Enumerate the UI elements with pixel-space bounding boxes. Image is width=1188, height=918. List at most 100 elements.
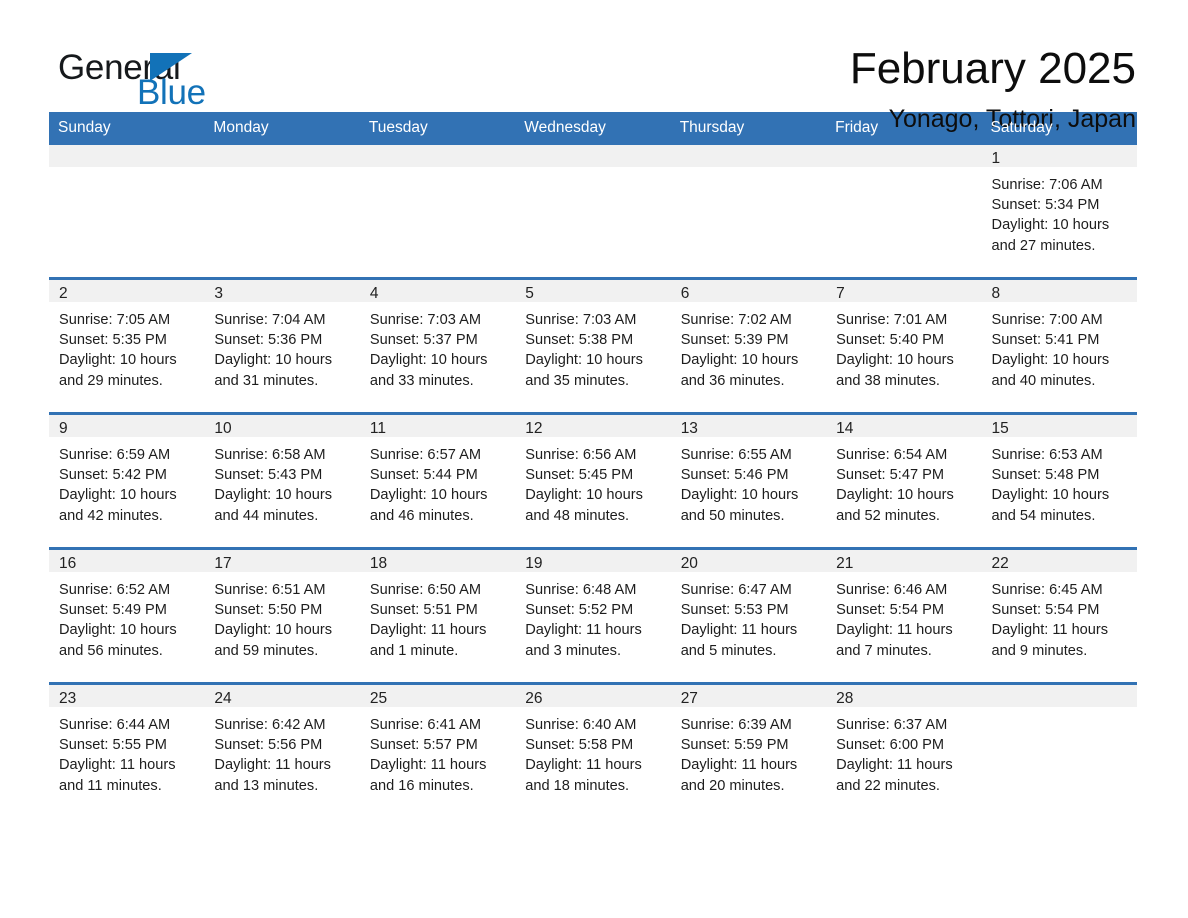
day-number: 21: [826, 550, 982, 572]
page-header: General Blue February 2025 Yonago, Totto…: [0, 0, 1188, 132]
calendar-day-cell[interactable]: 24 Sunrise: 6:42 AM Sunset: 5:56 PM Dayligh…: [204, 682, 360, 817]
day-number: 10: [204, 415, 360, 437]
calendar-week-row: 1 Sunrise: 7:06 AM Sunset: 5:34 PM Daylight…: [49, 145, 1137, 279]
day-details: Sunrise: 6:47 AM Sunset: 5:53 PM Daylight:…: [671, 572, 826, 661]
weekday-header-tuesday: Tuesday: [359, 112, 516, 145]
calendar-week-row: 23 Sunrise: 6:44 AM Sunset: 5:55 PM Dayligh…: [49, 682, 1137, 817]
sunrise-text: Sunrise: 6:42 AM: [214, 717, 326, 733]
day-number: 24: [204, 685, 360, 707]
calendar-day-cell[interactable]: 10 Sunrise: 6:58 AM Sunset: 5:43 PM Dayligh…: [204, 412, 360, 549]
calendar-day-cell[interactable]: 5 Sunrise: 7:03 AM Sunset: 5:38 PM Daylight…: [515, 277, 671, 414]
day-number: 25: [359, 685, 516, 707]
calendar-day-cell[interactable]: 20 Sunrise: 6:47 AM Sunset: 5:53 PM Dayligh…: [670, 547, 827, 684]
day-number: 22: [981, 550, 1137, 572]
calendar-day-cell[interactable]: 3 Sunrise: 7:04 AM Sunset: 5:36 PM Daylight…: [204, 277, 360, 414]
calendar-day-cell[interactable]: 25 Sunrise: 6:41 AM Sunset: 5:57 PM Dayligh…: [359, 682, 516, 817]
sunset-text: Sunset: 5:47 PM: [836, 467, 945, 484]
day-details: Sunrise: 6:39 AM Sunset: 5:59 PM Daylight:…: [671, 707, 826, 796]
sunset-text: Sunset: 5:48 PM: [991, 467, 1100, 484]
calendar-day-cell[interactable]: 23 Sunrise: 6:44 AM Sunset: 5:55 PM Dayligh…: [49, 682, 205, 817]
daylight-text: Daylight: 11 hours and 20 minutes.: [680, 757, 798, 794]
day-number: 13: [670, 415, 827, 437]
day-number: 2: [49, 280, 205, 302]
sunrise-text: Sunrise: 6:58 AM: [214, 447, 326, 463]
daylight-text: Daylight: 10 hours and 33 minutes.: [369, 352, 488, 389]
calendar-day-cell-empty: [515, 145, 671, 279]
sunset-text: Sunset: 5:38 PM: [525, 332, 634, 349]
calendar-week-row: 2 Sunrise: 7:05 AM Sunset: 5:35 PM Daylight…: [49, 277, 1137, 414]
calendar-day-cell[interactable]: 26 Sunrise: 6:40 AM Sunset: 5:58 PM Dayligh…: [515, 682, 671, 817]
day-number: 8: [981, 280, 1137, 302]
sunset-text: Sunset: 5:34 PM: [991, 197, 1100, 214]
calendar-day-cell[interactable]: 18 Sunrise: 6:50 AM Sunset: 5:51 PM Dayligh…: [359, 547, 516, 684]
calendar-day-cell[interactable]: 9 Sunrise: 6:59 AM Sunset: 5:42 PM Daylight…: [49, 412, 205, 549]
day-number: 23: [49, 685, 205, 707]
calendar-day-cell[interactable]: 16 Sunrise: 6:52 AM Sunset: 5:49 PM Dayligh…: [49, 547, 205, 684]
daylight-text: Daylight: 11 hours and 7 minutes.: [836, 622, 953, 659]
calendar-day-cell[interactable]: 1 Sunrise: 7:06 AM Sunset: 5:34 PM Daylight…: [981, 145, 1137, 279]
sunset-text: Sunset: 5:57 PM: [369, 737, 478, 754]
sunrise-text: Sunrise: 6:48 AM: [525, 582, 637, 598]
day-details: Sunrise: 6:54 AM Sunset: 5:47 PM Daylight:…: [826, 437, 981, 526]
sunset-text: Sunset: 5:54 PM: [991, 602, 1100, 619]
day-number: 18: [359, 550, 516, 572]
calendar-day-cell-empty: [670, 145, 827, 279]
daylight-text: Daylight: 11 hours and 9 minutes.: [991, 622, 1109, 659]
sunset-text: Sunset: 5:53 PM: [680, 602, 789, 619]
calendar-day-cell[interactable]: 4 Sunrise: 7:03 AM Sunset: 5:37 PM Daylight…: [359, 277, 516, 414]
calendar-day-cell[interactable]: 22 Sunrise: 6:45 AM Sunset: 5:54 PM Dayligh…: [981, 547, 1137, 684]
day-details: Sunrise: 6:50 AM Sunset: 5:51 PM Daylight:…: [360, 572, 515, 661]
calendar-week-row: 9 Sunrise: 6:59 AM Sunset: 5:42 PM Daylight…: [49, 412, 1137, 549]
sunrise-text: Sunrise: 7:02 AM: [680, 312, 792, 328]
day-details: Sunrise: 7:01 AM Sunset: 5:40 PM Daylight:…: [826, 302, 981, 391]
day-details: Sunrise: 6:57 AM Sunset: 5:44 PM Daylight:…: [360, 437, 515, 526]
calendar-day-cell[interactable]: 13 Sunrise: 6:55 AM Sunset: 5:46 PM Dayligh…: [670, 412, 827, 549]
daylight-text: Daylight: 10 hours and 46 minutes.: [369, 487, 488, 524]
calendar-day-cell[interactable]: 21 Sunrise: 6:46 AM Sunset: 5:54 PM Dayligh…: [826, 547, 982, 684]
day-details: Sunrise: 6:55 AM Sunset: 5:46 PM Daylight:…: [671, 437, 826, 526]
calendar-week-row: 16 Sunrise: 6:52 AM Sunset: 5:49 PM Dayligh…: [49, 547, 1137, 684]
calendar-day-cell[interactable]: 12 Sunrise: 6:56 AM Sunset: 5:45 PM Dayligh…: [515, 412, 671, 549]
calendar-day-cell[interactable]: 6 Sunrise: 7:02 AM Sunset: 5:39 PM Daylight…: [670, 277, 827, 414]
day-number: 15: [981, 415, 1137, 437]
sunset-text: Sunset: 5:59 PM: [680, 737, 789, 754]
day-number: [670, 145, 827, 167]
day-number: 17: [204, 550, 360, 572]
calendar-day-cell[interactable]: 27 Sunrise: 6:39 AM Sunset: 5:59 PM Dayligh…: [670, 682, 827, 817]
day-details: Sunrise: 6:59 AM Sunset: 5:42 PM Daylight:…: [49, 437, 204, 526]
day-number: 20: [670, 550, 827, 572]
sunrise-text: Sunrise: 7:00 AM: [991, 312, 1103, 328]
sunset-text: Sunset: 5:44 PM: [369, 467, 478, 484]
sunrise-text: Sunrise: 7:03 AM: [369, 312, 481, 328]
calendar-day-cell[interactable]: 19 Sunrise: 6:48 AM Sunset: 5:52 PM Dayligh…: [515, 547, 671, 684]
calendar-day-cell[interactable]: 15 Sunrise: 6:53 AM Sunset: 5:48 PM Dayligh…: [981, 412, 1137, 549]
logo-text-blue: Blue: [137, 73, 206, 112]
day-number: [981, 685, 1137, 707]
sunrise-text: Sunrise: 6:54 AM: [836, 447, 948, 463]
sunrise-text: Sunrise: 7:03 AM: [525, 312, 637, 328]
daylight-text: Daylight: 10 hours and 40 minutes.: [991, 352, 1110, 389]
page-title: February 2025: [849, 44, 1136, 93]
calendar-day-cell[interactable]: 2 Sunrise: 7:05 AM Sunset: 5:35 PM Daylight…: [49, 277, 205, 414]
daylight-text: Daylight: 11 hours and 16 minutes.: [369, 757, 487, 794]
calendar-day-cell[interactable]: 17 Sunrise: 6:51 AM Sunset: 5:50 PM Dayligh…: [204, 547, 360, 684]
day-number: 3: [204, 280, 360, 302]
calendar-day-cell[interactable]: 28 Sunrise: 6:37 AM Sunset: 6:00 PM Dayligh…: [826, 682, 982, 817]
calendar-day-cell[interactable]: 11 Sunrise: 6:57 AM Sunset: 5:44 PM Dayligh…: [359, 412, 516, 549]
sunrise-text: Sunrise: 6:57 AM: [369, 447, 481, 463]
day-details: Sunrise: 6:37 AM Sunset: 6:00 PM Daylight:…: [826, 707, 981, 796]
calendar-day-cell[interactable]: 14 Sunrise: 6:54 AM Sunset: 5:47 PM Dayligh…: [826, 412, 982, 549]
calendar-body: 1 Sunrise: 7:06 AM Sunset: 5:34 PM Daylight…: [49, 145, 1137, 817]
sunset-text: Sunset: 6:00 PM: [836, 737, 945, 754]
weekday-header-monday: Monday: [204, 112, 360, 145]
day-details: Sunrise: 6:40 AM Sunset: 5:58 PM Daylight:…: [515, 707, 670, 796]
day-details: Sunrise: 6:51 AM Sunset: 5:50 PM Daylight:…: [204, 572, 359, 661]
general-blue-logo[interactable]: General Blue: [58, 44, 288, 110]
calendar-day-cell-empty: [826, 145, 982, 279]
daylight-text: Daylight: 11 hours and 22 minutes.: [836, 757, 953, 794]
calendar-day-cell[interactable]: 8 Sunrise: 7:00 AM Sunset: 5:41 PM Daylight…: [981, 277, 1137, 414]
sunset-text: Sunset: 5:56 PM: [214, 737, 323, 754]
sunrise-text: Sunrise: 6:50 AM: [369, 582, 481, 598]
sunrise-text: Sunrise: 6:56 AM: [525, 447, 637, 463]
calendar-day-cell[interactable]: 7 Sunrise: 7:01 AM Sunset: 5:40 PM Daylight…: [826, 277, 982, 414]
